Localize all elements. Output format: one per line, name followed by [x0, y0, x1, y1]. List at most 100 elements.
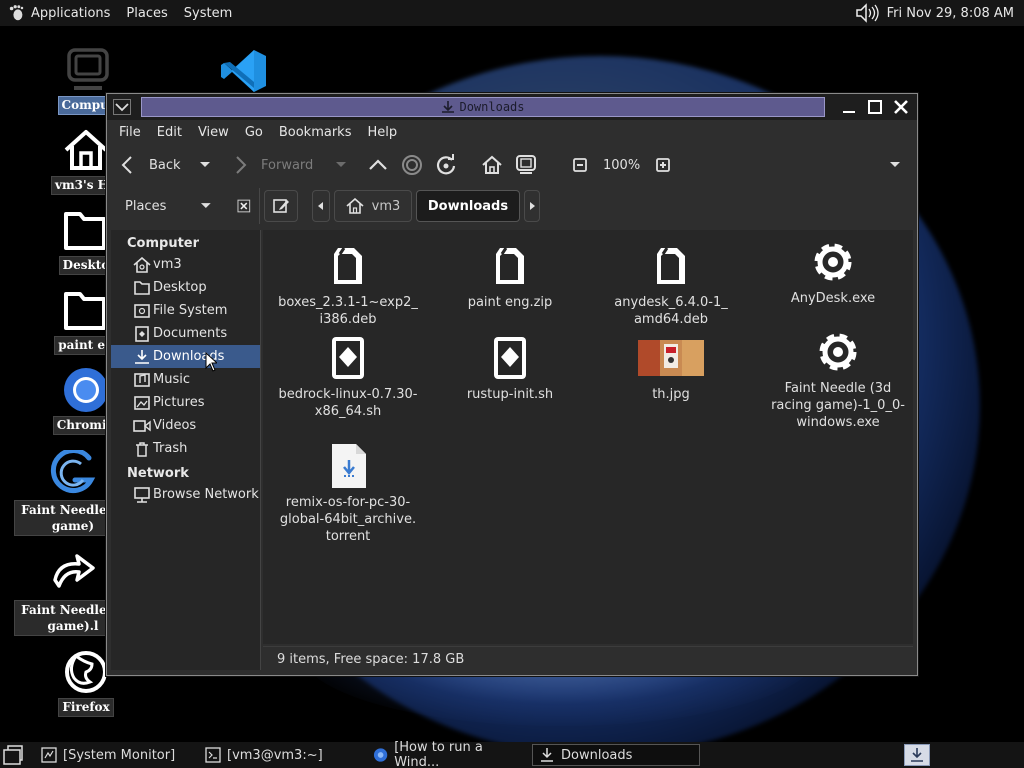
home-button[interactable] [475, 149, 509, 181]
stop-button[interactable] [395, 149, 429, 181]
desktop-icon-label-line: game) [51, 519, 95, 533]
taskbar-item-system-monitor[interactable]: [System Monitor] [34, 744, 198, 766]
home-icon [346, 198, 364, 214]
close-button[interactable] [891, 97, 911, 117]
taskbar-item-browser[interactable]: [How to run a Wind... [366, 740, 532, 768]
zoom-out-button[interactable] [563, 149, 597, 181]
maximize-icon [868, 100, 882, 114]
sidebar-item-downloads[interactable]: Downloads [111, 345, 260, 368]
toolbar: Back Forward 100% [111, 146, 911, 184]
window-controls [839, 97, 911, 117]
executable-gear-icon [814, 243, 852, 281]
file-name-line: bedrock-linux-0.7.30- [278, 387, 418, 402]
maximize-button[interactable] [865, 97, 885, 117]
menu-file[interactable]: File [111, 122, 149, 144]
zoom-in-button[interactable] [646, 149, 680, 181]
chevron-right-icon [530, 202, 535, 210]
taskbar-item-label: [How to run a Wind... [394, 740, 483, 768]
desktop-icon-label-line: game).l [47, 619, 99, 633]
volume-icon[interactable] [855, 3, 879, 23]
drive-icon [134, 303, 150, 318]
toolbar-overflow-button[interactable] [883, 149, 907, 181]
close-sidebar-icon[interactable] [237, 199, 251, 213]
sidebar-item-trash[interactable]: Trash [111, 437, 260, 460]
taskbar-item-terminal[interactable]: [vm3@vm3:~] [198, 744, 366, 766]
chromium-icon [64, 368, 108, 412]
close-icon [894, 100, 908, 114]
folder-icon [64, 292, 106, 330]
file-item[interactable]: th.jpg [596, 334, 746, 403]
system-menu[interactable]: System [176, 6, 240, 21]
menu-view[interactable]: View [190, 122, 237, 144]
forward-button[interactable]: Forward [223, 149, 353, 181]
path-button-downloads[interactable]: Downloads [416, 190, 520, 222]
home-icon [133, 256, 151, 273]
show-desktop-icon[interactable] [2, 744, 24, 766]
system-menu-label: System [183, 5, 233, 21]
sidebar-mode-select[interactable]: Places [111, 191, 251, 221]
path-scroll-right-button[interactable] [524, 190, 540, 222]
video-icon [133, 419, 151, 432]
chevron-down-icon[interactable] [199, 161, 211, 169]
file-name-line: th.jpg [652, 387, 690, 402]
up-button[interactable] [361, 149, 395, 181]
title-strip[interactable]: Downloads [141, 97, 825, 117]
clock[interactable]: Fri Nov 29, 8:08 AM [887, 6, 1014, 21]
places-menu-label: Places [126, 5, 168, 21]
chevron-down-icon[interactable] [335, 161, 347, 169]
taskbar-item-downloads[interactable]: Downloads [532, 744, 700, 766]
path-scroll-left-button[interactable] [312, 190, 330, 222]
path-button-vm3[interactable]: vm3 [334, 190, 412, 222]
path-label: Downloads [427, 198, 509, 214]
link-icon [53, 554, 95, 588]
file-item[interactable]: rustup-init.sh [435, 334, 585, 403]
menu-edit[interactable]: Edit [149, 122, 190, 144]
file-item[interactable]: paint eng.zip [435, 242, 585, 311]
taskbar-item-label: [System Monitor] [63, 747, 176, 763]
places-sidebar: Computer vm3 Desktop File System Documen… [111, 230, 261, 670]
back-button[interactable]: Back [111, 149, 217, 181]
package-icon [657, 247, 685, 284]
file-name-line: i386.deb [319, 312, 377, 327]
file-item[interactable]: AnyDesk.exe [758, 238, 908, 307]
sidebar-item-videos[interactable]: Videos [111, 414, 260, 437]
window-menu-icon[interactable] [113, 99, 131, 115]
sidebar-item-vm3[interactable]: vm3 [111, 253, 260, 276]
sidebar-item-music[interactable]: Music [111, 368, 260, 391]
vscode-icon[interactable] [220, 48, 268, 94]
torrent-icon [332, 444, 366, 488]
titlebar[interactable]: Downloads [107, 94, 917, 120]
top-panel: Applications Places System Fri Nov 29, 8… [0, 0, 1024, 26]
file-item[interactable]: boxes_2.3.1-1~exp2_ i386.deb [273, 242, 423, 328]
file-item[interactable]: remix-os-for-pc-30- global-64bit_archive… [273, 442, 423, 545]
sidebar-item-file-system[interactable]: File System [111, 299, 260, 322]
applications-menu[interactable]: Applications [0, 4, 118, 22]
firefox-icon [65, 651, 107, 693]
chevron-down-icon [890, 162, 900, 167]
sidebar-item-pictures[interactable]: Pictures [111, 391, 260, 414]
file-item[interactable]: bedrock-linux-0.7.30- x86_64.sh [273, 334, 423, 420]
sidebar-item-desktop[interactable]: Desktop [111, 276, 260, 299]
zoom-level[interactable]: 100% [597, 149, 646, 181]
minimize-button[interactable] [839, 97, 859, 117]
file-view[interactable]: boxes_2.3.1-1~exp2_ i386.deb paint eng.z… [263, 230, 913, 644]
toggle-location-entry-button[interactable] [264, 190, 298, 222]
edit-location-icon [273, 199, 289, 213]
file-item[interactable]: Faint Needle (3d racing game)-1_0_0- win… [758, 328, 918, 431]
reload-button[interactable] [429, 149, 463, 181]
menu-help[interactable]: Help [359, 122, 405, 144]
workspace-switcher[interactable] [904, 744, 930, 766]
sidebar-item-browse-network[interactable]: Browse Network [111, 483, 260, 506]
sidebar-item-documents[interactable]: Documents [111, 322, 260, 345]
gnome-foot-icon [9, 5, 24, 21]
menu-bookmarks[interactable]: Bookmarks [271, 122, 360, 144]
chevron-up-icon [369, 159, 387, 170]
minimize-icon [843, 111, 855, 113]
chromium-icon [373, 748, 388, 762]
separator [259, 188, 260, 224]
places-menu[interactable]: Places [118, 6, 175, 21]
menu-go[interactable]: Go [237, 122, 271, 144]
computer-button[interactable] [509, 149, 543, 181]
file-item[interactable]: anydesk_6.4.0-1_ amd64.deb [596, 242, 746, 328]
sidebar-mode-label: Places [125, 198, 167, 214]
